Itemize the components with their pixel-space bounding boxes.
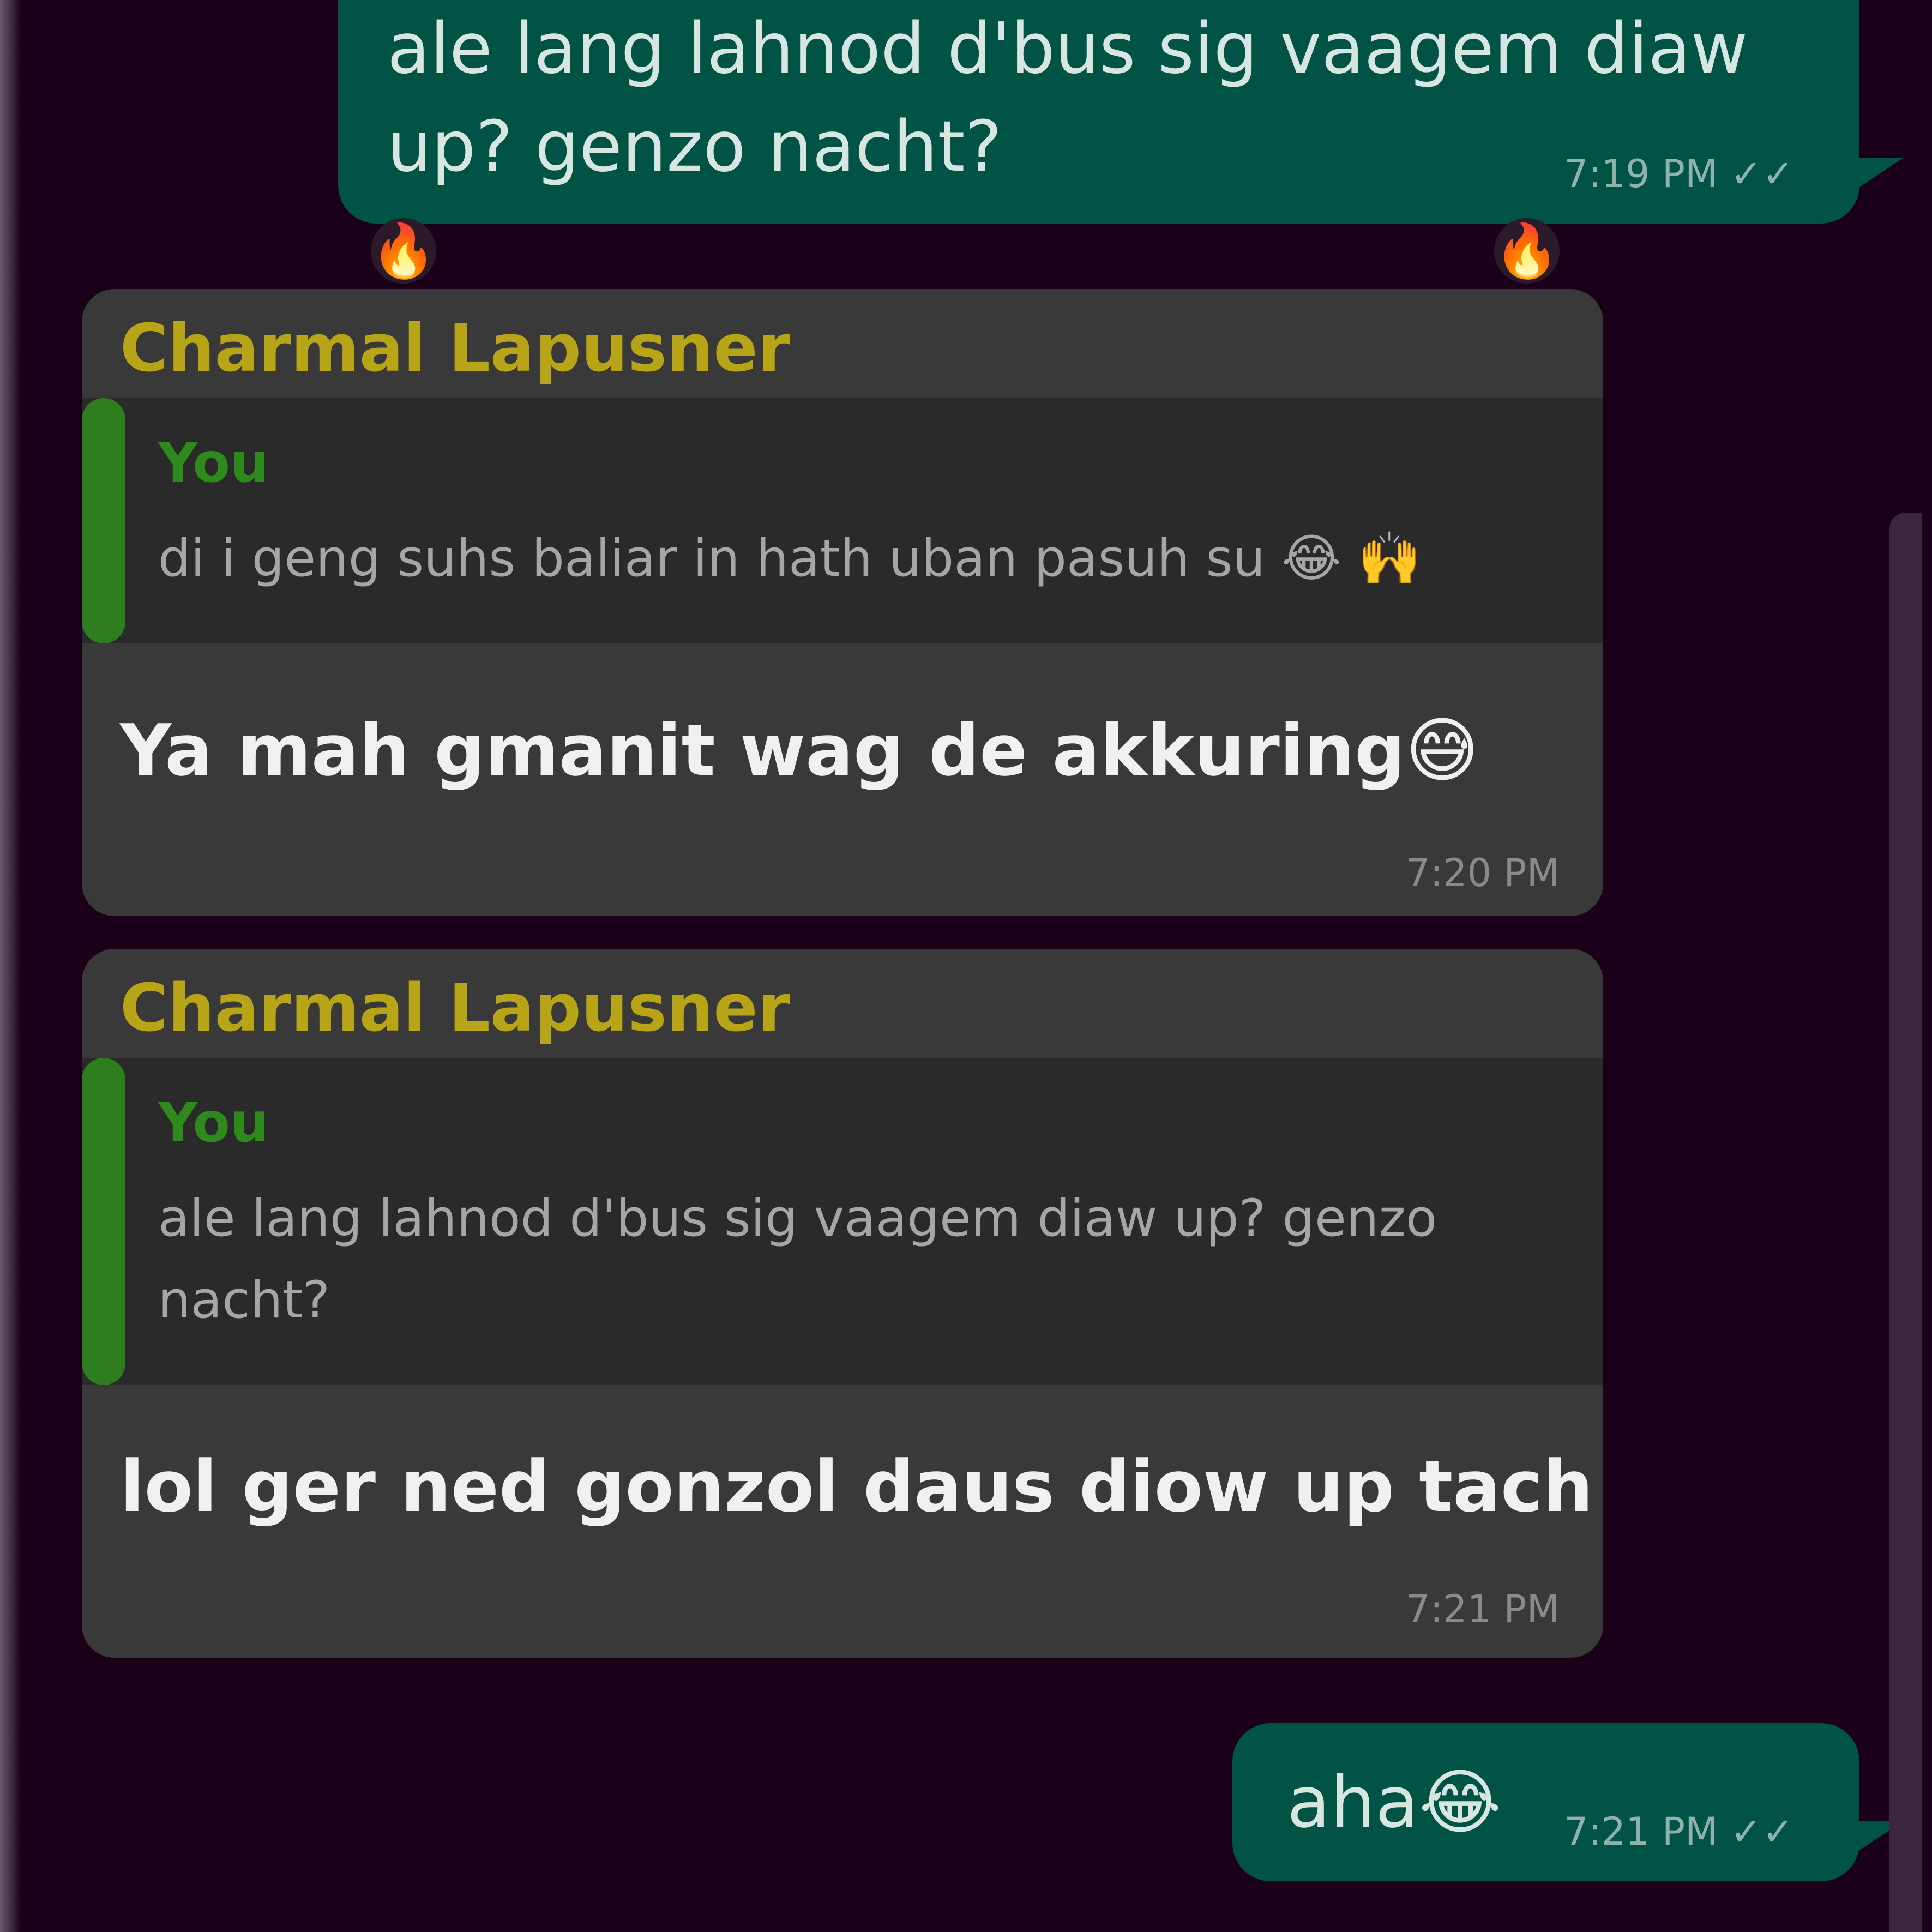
quote-bar xyxy=(82,1058,125,1385)
quote-text: ale lang lahnod d'bus sig vaagem diaw up… xyxy=(158,1189,1437,1330)
quoted-message[interactable]: You ale lang lahnod d'bus sig vaagem dia… xyxy=(82,1058,1603,1385)
quote-bar xyxy=(82,398,125,643)
bubble-tail xyxy=(1854,158,1903,191)
incoming-message-bubble[interactable]: Charmal Lapusner You di i geng suhs bali… xyxy=(82,289,1603,916)
scrollbar[interactable] xyxy=(1889,513,1922,1932)
reaction-fire-icon[interactable]: 🔥 xyxy=(371,218,436,284)
message-timestamp: 7:21 PM ✓✓ xyxy=(1564,1809,1794,1854)
chat-screen: ale lang lahnod d'bus sig vaagem diaw up… xyxy=(0,0,1932,1932)
window-edge xyxy=(0,0,21,1932)
quote-author: You xyxy=(158,431,269,495)
message-text: Ya mah gmanit wag de akkuring😅 xyxy=(120,709,1479,792)
reaction-fire-icon[interactable]: 🔥 xyxy=(1494,218,1560,284)
message-timestamp: 7:19 PM ✓✓ xyxy=(1564,152,1794,196)
outgoing-message-bubble[interactable]: ale lang lahnod d'bus sig vaagem diaw up… xyxy=(338,0,1859,224)
quote-text: di i geng suhs baliar in hath uban pasuh… xyxy=(158,529,1422,588)
outgoing-message-bubble[interactable]: aha😂 7:21 PM ✓✓ xyxy=(1232,1723,1859,1881)
sender-name[interactable]: Charmal Lapusner xyxy=(120,311,790,387)
quote-author: You xyxy=(158,1091,269,1154)
message-text: aha😂 xyxy=(1287,1761,1502,1844)
message-text: lol ger ned gonzol daus diow up tach xyxy=(120,1445,1593,1528)
message-timestamp: 7:21 PM xyxy=(1405,1587,1560,1632)
sender-name[interactable]: Charmal Lapusner xyxy=(120,971,790,1046)
message-timestamp: 7:20 PM xyxy=(1405,851,1560,895)
incoming-message-bubble[interactable]: Charmal Lapusner You ale lang lahnod d'b… xyxy=(82,949,1603,1658)
quoted-message[interactable]: You di i geng suhs baliar in hath uban p… xyxy=(82,398,1603,643)
